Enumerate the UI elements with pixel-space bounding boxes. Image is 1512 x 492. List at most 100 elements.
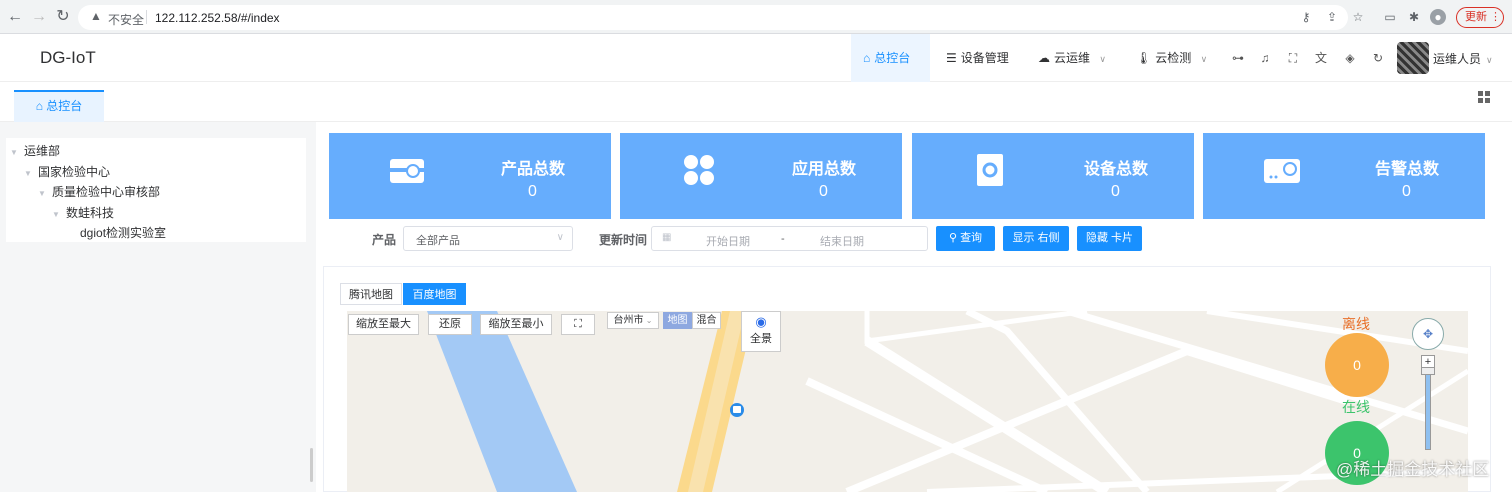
chevron-down-icon: ∨ bbox=[1099, 54, 1106, 64]
tab-dashboard[interactable]: ⌂ 总控台 bbox=[14, 90, 104, 122]
product-label: 产品 bbox=[372, 233, 397, 247]
watermark: @稀土掘金技术社区 bbox=[1336, 460, 1490, 479]
chevron-down-icon: ∨ bbox=[556, 232, 564, 243]
panorama-button[interactable]: ◉ 全景 bbox=[741, 311, 781, 352]
back-icon[interactable]: ← bbox=[6, 8, 24, 26]
tree-node[interactable]: ▼ 国家检验中心 bbox=[24, 163, 110, 180]
zoom-min-button[interactable]: 缩放至最小 bbox=[480, 314, 552, 335]
extensions-icon[interactable]: ✱ bbox=[1406, 9, 1422, 25]
map-type-map[interactable]: 地图 bbox=[663, 312, 692, 329]
caret-down-icon: ▼ bbox=[38, 189, 46, 198]
card-value: 0 bbox=[819, 183, 828, 200]
stat-card-apps[interactable]: 应用总数 0 bbox=[620, 133, 902, 219]
skin-icon[interactable]: ◈ bbox=[1342, 50, 1358, 66]
product-select[interactable]: 全部产品 ∨ bbox=[403, 226, 573, 251]
card-title: 告警总数 bbox=[1375, 161, 1440, 178]
key-icon[interactable]: ⚷ bbox=[1298, 9, 1314, 25]
org-tree: ▼ 运维部 ▼ 国家检验中心 ▼ 质量检验中心审核部 ▼ 数蛙科技 dgiot检测实验室 bbox=[6, 138, 306, 242]
scrollbar[interactable] bbox=[310, 448, 313, 482]
translate-icon[interactable]: 文 bbox=[1313, 50, 1329, 66]
star-icon[interactable]: ☆ bbox=[1350, 9, 1366, 25]
range-separator: - bbox=[781, 233, 785, 245]
offline-label: 离线 bbox=[1342, 316, 1370, 332]
update-button[interactable]: 更新 ⋮ bbox=[1456, 7, 1504, 28]
date-range-picker[interactable]: ▦ 开始日期 - 结束日期 bbox=[651, 226, 928, 251]
offline-count: 0 bbox=[1325, 333, 1389, 397]
query-button[interactable]: ⚲ 查询 bbox=[936, 226, 995, 251]
browser-toolbar: ← → ↻ ▲ 不安全 122.112.252.58/#/index ⚷ ⇪ ☆… bbox=[0, 0, 1512, 34]
map-canvas[interactable] bbox=[347, 311, 1468, 492]
tree-node[interactable]: ▼ 运维部 bbox=[10, 142, 60, 159]
share-icon[interactable]: ⇪ bbox=[1324, 9, 1340, 25]
device-icon bbox=[977, 154, 1003, 186]
map-roads bbox=[347, 311, 1468, 492]
card-value: 0 bbox=[528, 183, 537, 200]
app-icon bbox=[684, 155, 714, 185]
app-title: DG-IoT bbox=[40, 48, 96, 67]
menu-cloud-inspection[interactable]: 🌡 云检测 ∨ bbox=[1124, 34, 1219, 82]
address-bar[interactable]: ▲ 不安全 122.112.252.58/#/index bbox=[78, 5, 1348, 30]
stat-card-alarms[interactable]: 告警总数 0 bbox=[1203, 133, 1485, 219]
zoom-slider-handle[interactable] bbox=[1421, 367, 1435, 375]
tabs-bar: ⌂ 总控台 bbox=[0, 82, 1512, 122]
profile-icon[interactable]: ● bbox=[1430, 9, 1446, 25]
zoom-slider[interactable] bbox=[1425, 370, 1431, 450]
bell-icon[interactable]: ♫ bbox=[1257, 50, 1273, 66]
insecure-label: 不安全 bbox=[108, 13, 145, 27]
avatar[interactable] bbox=[1397, 42, 1429, 74]
online-label: 在线 bbox=[1342, 399, 1370, 415]
tree-icon[interactable]: ⊶ bbox=[1230, 50, 1246, 66]
city-selector[interactable]: 台州市 ⌄ bbox=[607, 312, 659, 329]
stat-card-devices[interactable]: 设备总数 0 bbox=[912, 133, 1194, 219]
card-title: 应用总数 bbox=[792, 161, 857, 178]
product-select-value: 全部产品 bbox=[416, 235, 460, 247]
tab-tencent-map[interactable]: 腾讯地图 bbox=[340, 283, 402, 305]
tree-node[interactable]: ▼ 质量检验中心审核部 bbox=[38, 183, 160, 200]
map-pan-control[interactable]: ✥ bbox=[1412, 318, 1444, 350]
grid-icon[interactable] bbox=[1478, 91, 1490, 103]
thermometer-icon: 🌡 bbox=[1136, 51, 1152, 65]
menu-device-management[interactable]: ☰ 设备管理 bbox=[934, 34, 1021, 82]
forward-icon[interactable]: → bbox=[30, 8, 48, 26]
product-icon bbox=[390, 159, 424, 183]
card-title: 设备总数 bbox=[1084, 161, 1149, 178]
menu-dashboard[interactable]: ⌂ 总控台 bbox=[851, 34, 930, 82]
home-icon: ⌂ bbox=[35, 99, 43, 113]
home-icon: ⌂ bbox=[863, 51, 871, 65]
restore-button[interactable]: 还原 bbox=[428, 314, 472, 335]
hide-card-button[interactable]: 隐藏 卡片 bbox=[1077, 226, 1142, 251]
caret-down-icon: ▼ bbox=[10, 148, 18, 157]
stat-card-products[interactable]: 产品总数 0 bbox=[329, 133, 611, 219]
start-date-input[interactable]: 开始日期 bbox=[706, 233, 750, 249]
warning-icon: ▲ bbox=[90, 9, 102, 23]
end-date-input[interactable]: 结束日期 bbox=[820, 233, 864, 249]
menu-cloud-ops[interactable]: ☁ 云运维 ∨ bbox=[1026, 34, 1118, 82]
show-right-button[interactable]: 显示 右侧 bbox=[1003, 226, 1069, 251]
sidebar: ▼ 运维部 ▼ 国家检验中心 ▼ 质量检验中心审核部 ▼ 数蛙科技 dgiot检测实验室 bbox=[0, 122, 316, 492]
reload-icon[interactable]: ↻ bbox=[54, 8, 72, 26]
search-icon: ⚲ bbox=[948, 232, 957, 244]
chevron-down-icon: ⌄ bbox=[643, 316, 653, 325]
app-header: DG-IoT ⌂ 总控台 ☰ 设备管理 ☁ 云运维 ∨ 🌡 云检测 ∨ ⊶ ♫ ⛶ 文 … bbox=[0, 34, 1512, 82]
update-time-label: 更新时间 bbox=[599, 233, 648, 247]
tree-node[interactable]: dgiot检测实验室 bbox=[80, 224, 166, 241]
chevron-down-icon: ∨ bbox=[1200, 54, 1208, 64]
card-title: 产品总数 bbox=[501, 161, 566, 178]
location-pin-icon: ◉ bbox=[755, 314, 767, 329]
tree-node[interactable]: ▼ 数蛙科技 bbox=[52, 204, 114, 221]
tab-baidu-map[interactable]: 百度地图 bbox=[403, 283, 466, 305]
chevron-down-icon: ∨ bbox=[1486, 55, 1493, 65]
map-type-hybrid[interactable]: 混合 bbox=[692, 312, 721, 329]
user-menu[interactable]: 运维人员 ∨ bbox=[1433, 50, 1493, 67]
calendar-icon: ▦ bbox=[662, 232, 672, 243]
refresh-icon[interactable]: ↻ bbox=[1370, 50, 1386, 66]
address-separator bbox=[146, 10, 147, 24]
cast-icon[interactable]: ▭ bbox=[1382, 9, 1398, 25]
caret-down-icon: ▼ bbox=[52, 210, 60, 219]
alarm-icon bbox=[1264, 159, 1300, 183]
url-text[interactable]: 122.112.252.58/#/index bbox=[155, 11, 280, 25]
fullscreen-icon[interactable]: ⛶ bbox=[561, 314, 595, 335]
zoom-max-button[interactable]: 缩放至最大 bbox=[348, 314, 419, 335]
card-value: 0 bbox=[1402, 183, 1411, 200]
fullscreen-icon[interactable]: ⛶ bbox=[1285, 50, 1301, 66]
